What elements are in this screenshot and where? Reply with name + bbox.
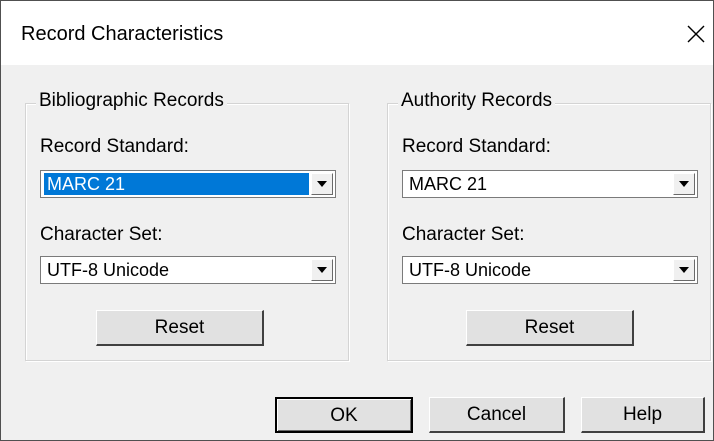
bib-record-standard-select[interactable]: MARC 21 xyxy=(40,170,336,198)
bib-character-set-value: UTF-8 Unicode xyxy=(47,260,170,280)
dropdown-arrow-icon[interactable] xyxy=(673,259,695,281)
auth-reset-button[interactable]: Reset xyxy=(466,310,634,346)
authority-records-legend: Authority Records xyxy=(398,90,556,112)
cancel-button[interactable]: Cancel xyxy=(429,397,565,433)
help-button[interactable]: Help xyxy=(581,397,705,433)
dropdown-arrow-icon[interactable] xyxy=(673,173,695,195)
auth-character-set-select[interactable]: UTF-8 Unicode xyxy=(402,256,698,284)
record-characteristics-dialog: Record Characteristics Bibliographic Rec… xyxy=(0,0,714,441)
bibliographic-records-legend: Bibliographic Records xyxy=(36,90,227,112)
bib-character-set-select[interactable]: UTF-8 Unicode xyxy=(40,256,336,284)
bib-character-set-label: Character Set: xyxy=(40,224,163,245)
bib-reset-button[interactable]: Reset xyxy=(96,310,264,346)
dropdown-arrow-icon[interactable] xyxy=(311,259,333,281)
authority-records-group: Authority Records Record Standard: MARC … xyxy=(387,90,711,361)
bib-record-standard-value: MARC 21 xyxy=(44,173,309,195)
auth-record-standard-select[interactable]: MARC 21 xyxy=(402,170,698,198)
auth-character-set-value: UTF-8 Unicode xyxy=(409,260,532,280)
ok-button[interactable]: OK xyxy=(275,397,413,433)
bib-record-standard-label: Record Standard: xyxy=(40,136,189,157)
close-icon[interactable] xyxy=(685,23,707,45)
title-bar: Record Characteristics xyxy=(1,1,713,65)
bibliographic-records-group: Bibliographic Records Record Standard: M… xyxy=(25,90,349,361)
auth-character-set-label: Character Set: xyxy=(402,224,525,245)
auth-record-standard-value: MARC 21 xyxy=(409,174,488,194)
dropdown-arrow-icon[interactable] xyxy=(311,173,333,195)
auth-record-standard-label: Record Standard: xyxy=(402,136,551,157)
dialog-title: Record Characteristics xyxy=(21,23,224,45)
